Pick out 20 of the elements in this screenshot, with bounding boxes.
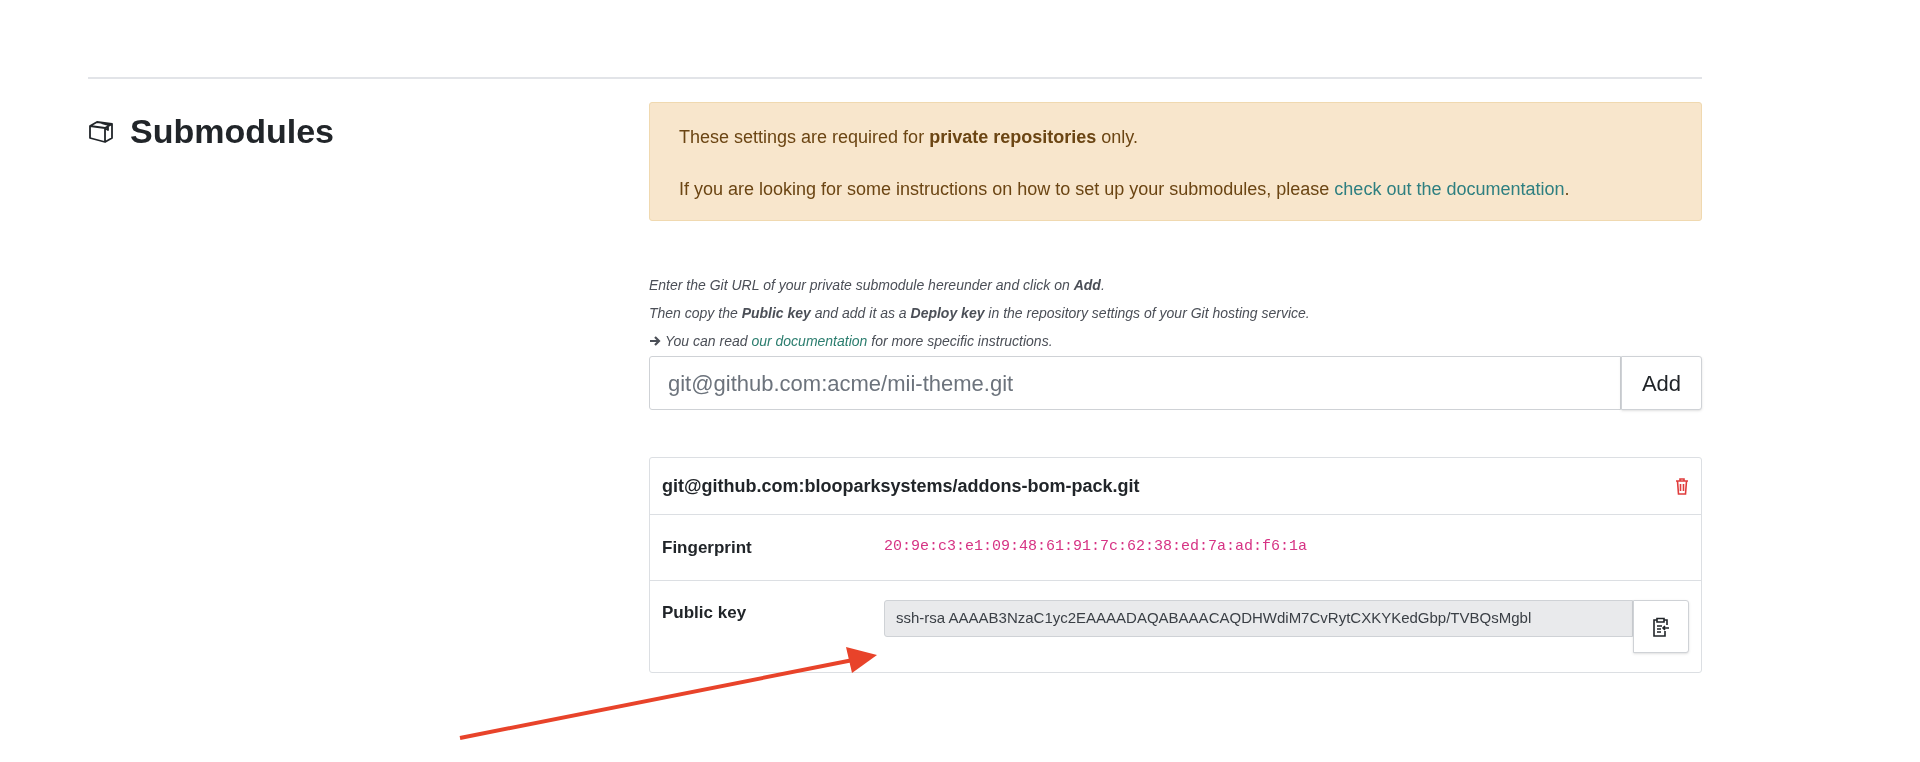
documentation-link[interactable]: our documentation <box>751 333 868 349</box>
alert-text: If you are looking for some instructions on how to set up your submodules, please check out the documentation. <box>679 178 1571 201</box>
instruction-text: You can read our documentation for more specific instructions. <box>665 332 1053 351</box>
trash-icon[interactable] <box>1675 477 1689 495</box>
alert-text: These settings are required for private repositories only. <box>679 126 1139 149</box>
box-icon <box>88 119 114 144</box>
add-button[interactable]: Add <box>1621 356 1702 410</box>
submodule-url: git@github.com:blooparksystems/addons-bom-pack.git <box>662 474 1140 498</box>
public-key-field[interactable]: ssh-rsa AAAAB3NzaC1yc2EAAAADAQABAAACAQDHWdiM7CvRytCXKYKedGbp/TVBQsMgbl <box>884 600 1633 637</box>
field-label: Public key <box>662 602 748 624</box>
url-input-field[interactable]: git@github.com:acme/mii-theme.git <box>649 356 1621 410</box>
clipboard-icon <box>1652 616 1670 637</box>
documentation-link[interactable]: check out the documentation <box>1334 179 1565 199</box>
arrow-right-icon <box>649 335 661 347</box>
field-label: Fingerprint <box>662 536 753 559</box>
fingerprint-value: 20:9e:c3:e1:09:48:61:91:7c:62:38:ed:7a:ad:f6:1a <box>884 537 1308 558</box>
instruction-text: Enter the Git URL of your private submodule hereunder and click on Add. <box>649 276 1106 295</box>
copy-button[interactable] <box>1633 600 1689 653</box>
section-title: Submodules <box>130 111 335 152</box>
instruction-text: Then copy the Public key and add it as a Deploy key in the repository settings of your Git hosting service. <box>649 304 1311 323</box>
